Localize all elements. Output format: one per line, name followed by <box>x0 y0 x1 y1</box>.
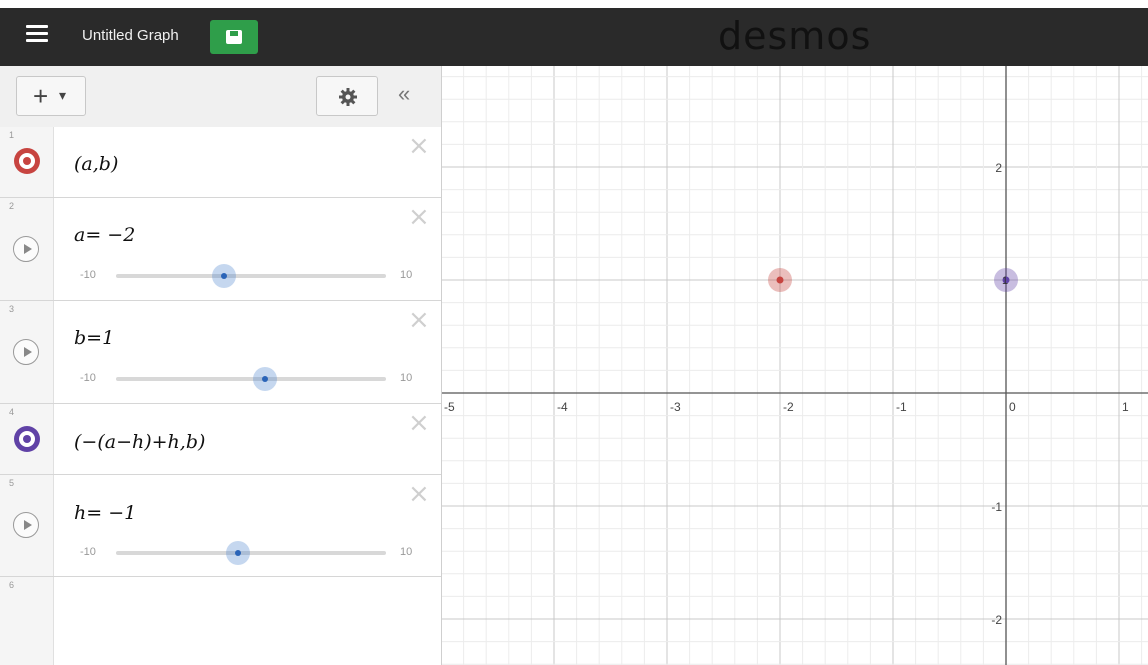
slider-max[interactable]: 10 <box>400 546 412 558</box>
plus-icon: + <box>33 81 49 111</box>
delete-expression-icon[interactable]: × <box>408 204 430 230</box>
play-icon[interactable] <box>13 512 39 538</box>
expression-panel: + ▾ « 1 (a,b) × 2 a= −2 × -10 10 3 b=1 ×… <box>0 66 442 665</box>
play-icon[interactable] <box>13 236 39 262</box>
expression-row-2[interactable]: 2 a= −2 × -10 10 <box>0 198 441 301</box>
x-tick-label: -4 <box>557 400 568 414</box>
play-icon[interactable] <box>13 339 39 365</box>
expression-text[interactable]: b=1 <box>74 327 114 349</box>
expression-index: 5 <box>9 478 15 488</box>
caret-down-icon: ▾ <box>59 87 67 103</box>
expression-gutter: 5 <box>0 475 54 576</box>
expression-text[interactable]: h= −1 <box>74 502 136 524</box>
expression-gutter: 1 <box>0 127 54 197</box>
expression-row-1[interactable]: 1 (a,b) × <box>0 127 441 198</box>
expression-row-3[interactable]: 3 b=1 × -10 10 <box>0 301 441 404</box>
slider-handle[interactable] <box>252 367 277 391</box>
expression-text[interactable]: a= −2 <box>74 224 135 246</box>
delete-expression-icon[interactable]: × <box>408 307 430 333</box>
x-tick-label: -5 <box>444 400 455 414</box>
x-tick-label: -2 <box>783 400 794 414</box>
y-tick-label: -1 <box>991 500 1002 514</box>
delete-expression-icon[interactable]: × <box>408 410 430 436</box>
slider-min[interactable]: -10 <box>80 372 96 384</box>
graph-title[interactable]: Untitled Graph <box>82 27 179 44</box>
x-tick-label: -3 <box>670 400 681 414</box>
expression-text[interactable]: (a,b) <box>74 153 118 175</box>
expression-index: 2 <box>9 201 15 211</box>
expression-index: 3 <box>9 304 15 314</box>
slider-min[interactable]: -10 <box>80 546 96 558</box>
slider-track[interactable] <box>116 541 386 565</box>
expression-row-6[interactable]: 6 <box>0 577 441 665</box>
delete-expression-icon[interactable]: × <box>408 133 430 159</box>
expression-gutter: 4 <box>0 404 54 474</box>
expression-row-4[interactable]: 4 (−(a−h)+h,b) × <box>0 404 441 475</box>
gear-icon <box>339 88 357 106</box>
slider-track[interactable] <box>116 367 386 391</box>
y-tick-label: 2 <box>995 161 1002 175</box>
save-button[interactable] <box>210 20 258 54</box>
graph-paper[interactable]: -5 -4 -3 -2 -1 0 1 2 -1 -2 1 <box>442 66 1148 665</box>
header-bar: Untitled Graph desmos <box>0 8 1148 66</box>
expression-index: 6 <box>9 580 15 590</box>
save-icon <box>226 30 242 44</box>
expression-toolbar: + ▾ « <box>0 66 441 128</box>
slider-min[interactable]: -10 <box>80 269 96 281</box>
expression-gutter: 6 <box>0 577 54 665</box>
expression-gutter: 2 <box>0 198 54 300</box>
hamburger-icon[interactable] <box>26 25 48 43</box>
slider-handle[interactable] <box>225 541 250 565</box>
collapse-panel-button[interactable]: « <box>398 82 410 106</box>
expression-text[interactable]: (−(a−h)+h,b) <box>74 431 205 453</box>
expression-index: 1 <box>9 130 15 140</box>
expression-index: 4 <box>9 407 15 417</box>
desmos-logo: desmos <box>718 14 872 58</box>
point-style-icon[interactable] <box>14 148 40 174</box>
slider-max[interactable]: 10 <box>400 269 412 281</box>
slider-track[interactable] <box>116 264 386 288</box>
slider-max[interactable]: 10 <box>400 372 412 384</box>
point-a-b <box>776 276 784 284</box>
delete-expression-icon[interactable]: × <box>408 481 430 507</box>
y-tick-label: -2 <box>991 613 1002 627</box>
settings-button[interactable] <box>316 76 378 116</box>
graph-canvas[interactable]: -5 -4 -3 -2 -1 0 1 2 -1 -2 1 <box>442 66 1148 665</box>
x-tick-label: -1 <box>896 400 907 414</box>
expression-row-5[interactable]: 5 h= −1 × -10 10 <box>0 475 441 577</box>
expression-gutter: 3 <box>0 301 54 403</box>
x-tick-label: 1 <box>1122 400 1129 414</box>
point-style-icon[interactable] <box>14 426 40 452</box>
x-tick-label: 0 <box>1009 400 1016 414</box>
slider-handle[interactable] <box>212 264 236 288</box>
point-reflected-label: 1 <box>1002 275 1008 287</box>
add-item-button[interactable]: + ▾ <box>16 76 86 116</box>
